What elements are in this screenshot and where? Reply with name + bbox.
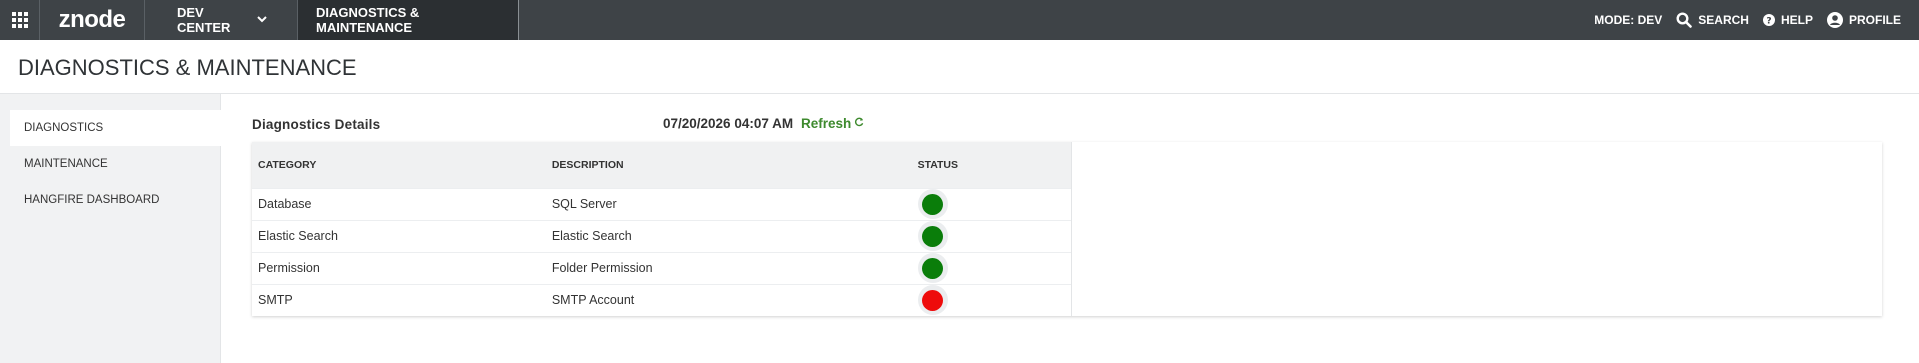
- category-cell: Database: [258, 197, 312, 211]
- mode-indicator: MODE: DEV: [1594, 13, 1663, 27]
- refresh-link[interactable]: Refresh: [801, 116, 864, 131]
- category-cell: SMTP: [258, 293, 293, 308]
- sidebar: DIAGNOSTICS MAINTENANCE HANGFIRE DASHBOA…: [0, 94, 221, 363]
- diagnostics-table: CATEGORY DESCRIPTION STATUS Database SQL…: [252, 142, 1072, 316]
- sidebar-item-maintenance[interactable]: MAINTENANCE: [0, 146, 220, 182]
- diagnostics-table-card: CATEGORY DESCRIPTION STATUS Database SQL…: [252, 142, 1882, 316]
- description-cell: Elastic Search: [551, 229, 632, 243]
- category-cell: Permission: [258, 261, 320, 275]
- table-header-row: CATEGORY DESCRIPTION STATUS: [252, 142, 1072, 188]
- sidebar-item-diagnostics[interactable]: DIAGNOSTICS: [10, 110, 221, 146]
- category-cell: Elastic Search: [258, 229, 338, 243]
- sidebar-item-hangfire-dashboard[interactable]: HANGFIRE DASHBOARD: [0, 182, 220, 218]
- top-navigation-bar: znode DEV CENTER DIAGNOSTICS & MAINTENAN…: [0, 0, 1919, 40]
- table-row: Permission Folder Permission: [252, 252, 1072, 284]
- help-icon: ?: [1762, 14, 1775, 27]
- status-cell: [911, 252, 1072, 284]
- status-cell: [911, 188, 1072, 220]
- profile-button[interactable]: PROFILE: [1826, 12, 1901, 28]
- profile-label: PROFILE: [1848, 13, 1901, 27]
- table-row: Database SQL Server: [252, 188, 1072, 220]
- help-label: HELP: [1780, 13, 1813, 27]
- status-indicator-icon: [922, 289, 944, 311]
- refresh-icon: [854, 117, 864, 130]
- search-label: SEARCH: [1698, 13, 1749, 27]
- column-header-category: CATEGORY: [258, 158, 317, 171]
- search-button[interactable]: SEARCH: [1676, 12, 1749, 28]
- table-row: SMTP SMTP Account: [252, 284, 1072, 316]
- help-button[interactable]: ? HELP: [1762, 13, 1813, 27]
- status-cell: [911, 284, 1072, 316]
- dev-center-menu[interactable]: DEV CENTER: [145, 0, 298, 40]
- status-indicator-icon: [922, 225, 944, 247]
- diagnostics-maintenance-menu[interactable]: DIAGNOSTICS & MAINTENANCE: [298, 0, 519, 40]
- description-cell: SQL Server: [551, 197, 617, 211]
- dev-center-label: DEV CENTER: [177, 5, 231, 35]
- section-title: Diagnostics Details: [252, 117, 381, 132]
- column-header-status: STATUS: [911, 142, 1072, 188]
- apps-grid-icon: [11, 12, 28, 28]
- description-cell: SMTP Account: [551, 293, 635, 308]
- table-row: Elastic Search Elastic Search: [252, 220, 1072, 252]
- search-icon: [1676, 12, 1693, 28]
- page-header: DIAGNOSTICS & MAINTENANCE: [0, 40, 1919, 94]
- apps-grid-button[interactable]: [0, 0, 40, 40]
- page-title: DIAGNOSTICS & MAINTENANCE: [18, 55, 357, 80]
- znode-logo[interactable]: znode: [40, 0, 145, 40]
- last-checked-timestamp: 07/20/2026 04:07 AM: [663, 116, 794, 131]
- status-cell: [911, 220, 1072, 252]
- status-indicator-icon: [922, 257, 944, 279]
- status-indicator-icon: [922, 193, 944, 215]
- description-cell: Folder Permission: [551, 261, 653, 275]
- chevron-down-icon: [257, 15, 267, 26]
- column-header-description: DESCRIPTION: [551, 158, 624, 171]
- svg-text:?: ?: [1766, 17, 1771, 27]
- main-content: Diagnostics Details 07/20/2026 04:07 AM …: [221, 94, 1919, 363]
- user-avatar-icon: [1826, 12, 1843, 28]
- refresh-label: Refresh: [801, 116, 852, 131]
